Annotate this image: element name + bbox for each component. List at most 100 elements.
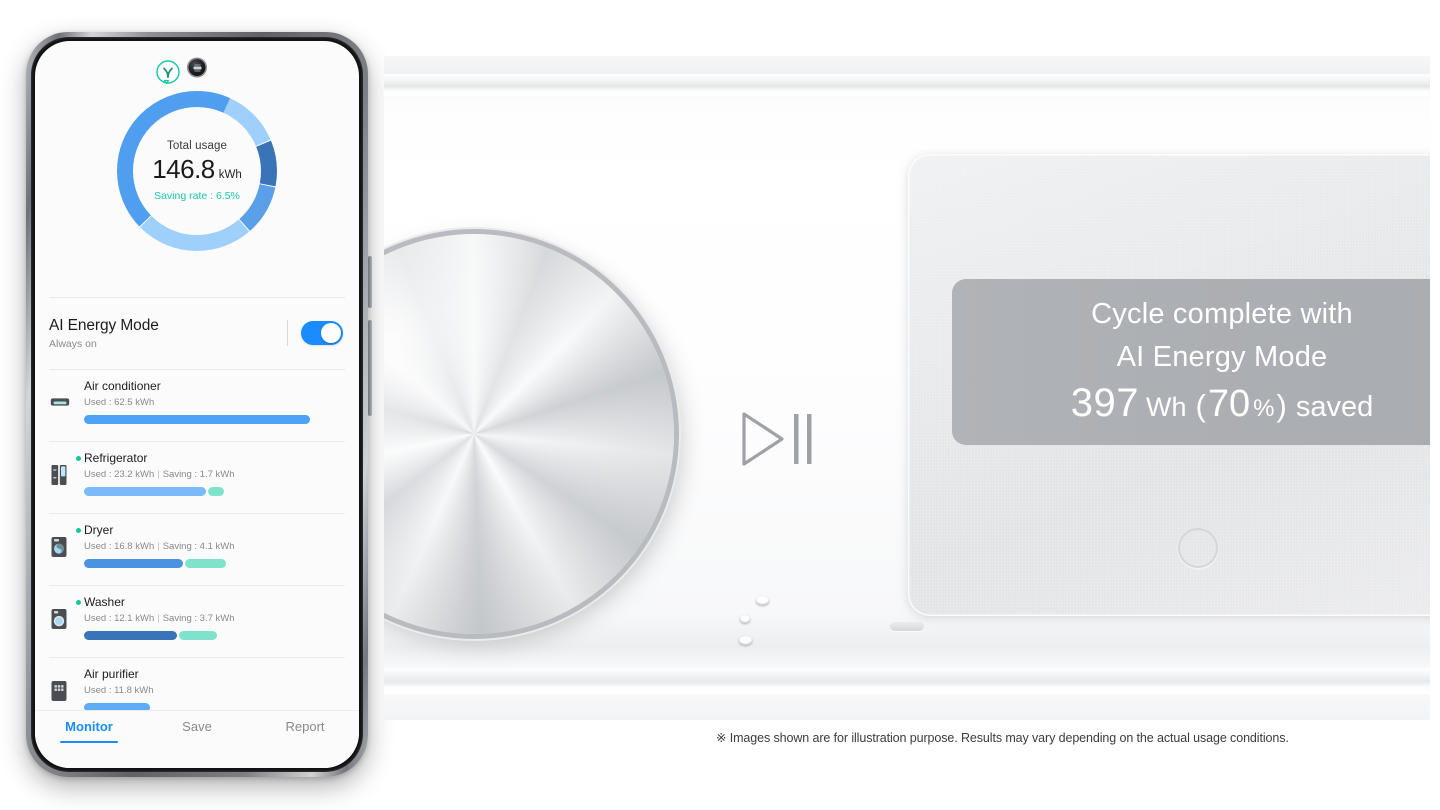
donut-ring: Total usage 146.8 kWh Saving rate : 6.5% [113,87,281,255]
device-row-body: Washer Used : 12.1 kWh | Saving : 3.7 kWh [75,595,345,640]
device-meta: Used : 62.5 kWh [84,397,345,408]
total-usage-value: 146.8 [152,154,215,184]
braille-dots-icon [739,596,779,658]
device-row-body: Refrigerator Used : 23.2 kWh | Saving : 1.7… [75,451,345,496]
display-line-2: AI Energy Mode [1116,340,1328,373]
device-usage-bar [84,487,310,496]
tab-save[interactable]: Save [143,719,251,746]
paren-open: ( [1195,387,1206,423]
device-used-text: Used : 12.1 kWh [84,613,155,624]
energy-donut-chart[interactable]: Total usage 146.8 kWh Saving rate : 6.5% [35,41,359,297]
tab-label: Monitor [65,719,113,734]
washer-icon [49,607,71,633]
ai-active-dot-icon [76,528,81,533]
paren-close: ) [1276,387,1287,423]
ai-energy-mode-texts: AI Energy Mode Always on [49,317,287,350]
appliance-bottom-moulding [384,668,1430,694]
phone-device: Total usage 146.8 kWh Saving rate : 6.5% [26,32,372,777]
vertical-divider [287,320,288,346]
device-used-text: Used : 11.8 kWh [84,685,154,696]
meta-separator: | [157,613,160,624]
phone-power-key[interactable] [368,320,372,416]
device-name: Air purifier [84,667,139,681]
refrigerator-icon [49,463,71,489]
tab-report[interactable]: Report [251,719,359,746]
total-usage-value-row: 146.8 kWh [152,154,242,185]
ai-energy-mode-title: AI Energy Mode [49,316,159,334]
phone-bezel: Total usage 146.8 kWh Saving rate : 6.5% [31,37,363,772]
dryer-icon [49,535,71,561]
saved-word: saved [1295,390,1374,423]
usage-bar-segment [84,415,310,424]
screenshot-root: Total usage 146.8 kWh Saving rate : 6.5% [0,0,1440,810]
toggle-knob-icon [321,323,341,343]
saving-rate-label: Saving rate : 6.5% [154,190,240,202]
panel-handle-tab [890,622,924,631]
device-usage-bar [84,559,310,568]
device-row-body: Dryer Used : 16.8 kWh | Saving : 4.1 kWh [75,523,345,568]
device-row-body: Air purifier Used : 11.8 kWh [75,667,345,712]
tab-active-indicator [60,740,118,743]
disclaimer-text: ※ Images shown are for illustration purp… [716,731,1289,745]
appliance-photo: Cycle complete with AI Energy Mode 397 W… [384,56,1430,720]
device-usage-list: Air conditioner Used : 62.5 kWh Refrigerat… [35,369,359,729]
device-saving-text: Saving : 4.1 kWh [162,541,235,552]
saving-bar-segment [208,487,224,496]
saving-bar-segment [185,559,227,568]
device-saving-text: Saving : 1.7 kWh [162,469,235,480]
ai-active-dot-icon [76,456,81,461]
display-line-3: 397 Wh ( 70 % ) saved [1071,380,1373,432]
front-camera-icon [188,59,206,76]
device-usage-bar [84,631,310,640]
saved-amount: 397 [1070,380,1140,425]
device-row-air-conditioner[interactable]: Air conditioner Used : 62.5 kWh [35,369,359,441]
play-pause-icon[interactable] [736,408,816,470]
device-name: Refrigerator [84,451,148,465]
total-usage-label: Total usage [167,140,227,152]
air-purifier-icon [49,679,71,705]
bottom-tab-bar: Monitor Save Report [35,710,359,768]
saved-percent-value: 70 [1207,382,1251,425]
usage-bar-segment [84,631,177,640]
tab-label: Report [285,719,325,734]
usage-bar-segment [84,487,207,496]
ai-active-dot-icon [76,600,81,605]
eco-leaf-bubble-icon [153,59,183,89]
device-name: Dryer [84,523,114,537]
rotary-dial-knob-icon[interactable] [384,234,674,634]
device-meta: Used : 11.8 kWh [84,685,345,696]
saved-amount-unit: Wh [1146,391,1187,422]
display-line-1: Cycle complete with [1091,297,1353,330]
device-row-dryer[interactable]: Dryer Used : 16.8 kWh | Saving : 4.1 kWh [35,513,359,585]
device-used-text: Used : 23.2 kWh [84,469,155,480]
tab-monitor[interactable]: Monitor [35,719,143,746]
device-row-washer[interactable]: Washer Used : 12.1 kWh | Saving : 3.7 kWh [35,585,359,657]
device-row-body: Air conditioner Used : 62.5 kWh [75,379,345,424]
saving-bar-segment [178,631,218,640]
meta-separator: | [157,541,160,552]
device-name: Washer [84,595,125,609]
device-meta: Used : 23.2 kWh | Saving : 1.7 kWh [84,469,345,480]
device-row-refrigerator[interactable]: Refrigerator Used : 23.2 kWh | Saving : 1.7… [35,441,359,513]
percent-symbol: % [1253,394,1275,422]
device-name: Air conditioner [84,379,161,393]
total-usage-unit: kWh [218,169,242,181]
tab-label: Save [182,719,212,734]
ai-energy-mode-toggle[interactable] [301,321,343,345]
appliance-top-moulding [384,74,1430,96]
donut-center-labels: Total usage 146.8 kWh Saving rate : 6.5% [113,87,281,255]
appliance-display-panel[interactable]: Cycle complete with AI Energy Mode 397 W… [908,154,1430,616]
device-meta: Used : 16.8 kWh | Saving : 4.1 kWh [84,541,345,552]
ai-energy-mode-subtitle: Always on [49,337,97,350]
phone-screen: Total usage 146.8 kWh Saving rate : 6.5% [35,41,359,768]
device-meta: Used : 12.1 kWh | Saving : 3.7 kWh [84,613,345,624]
usage-bar-segment [84,559,184,568]
meta-separator: | [157,469,160,480]
device-usage-bar [84,415,310,424]
air-conditioner-icon [49,391,71,417]
device-used-text: Used : 16.8 kWh [84,541,155,552]
display-message-box: Cycle complete with AI Energy Mode 397 W… [952,279,1430,445]
phone-volume-key[interactable] [368,256,372,308]
ai-energy-mode-row[interactable]: AI Energy Mode Always on [35,297,359,369]
power-circle-icon[interactable] [1178,528,1218,568]
